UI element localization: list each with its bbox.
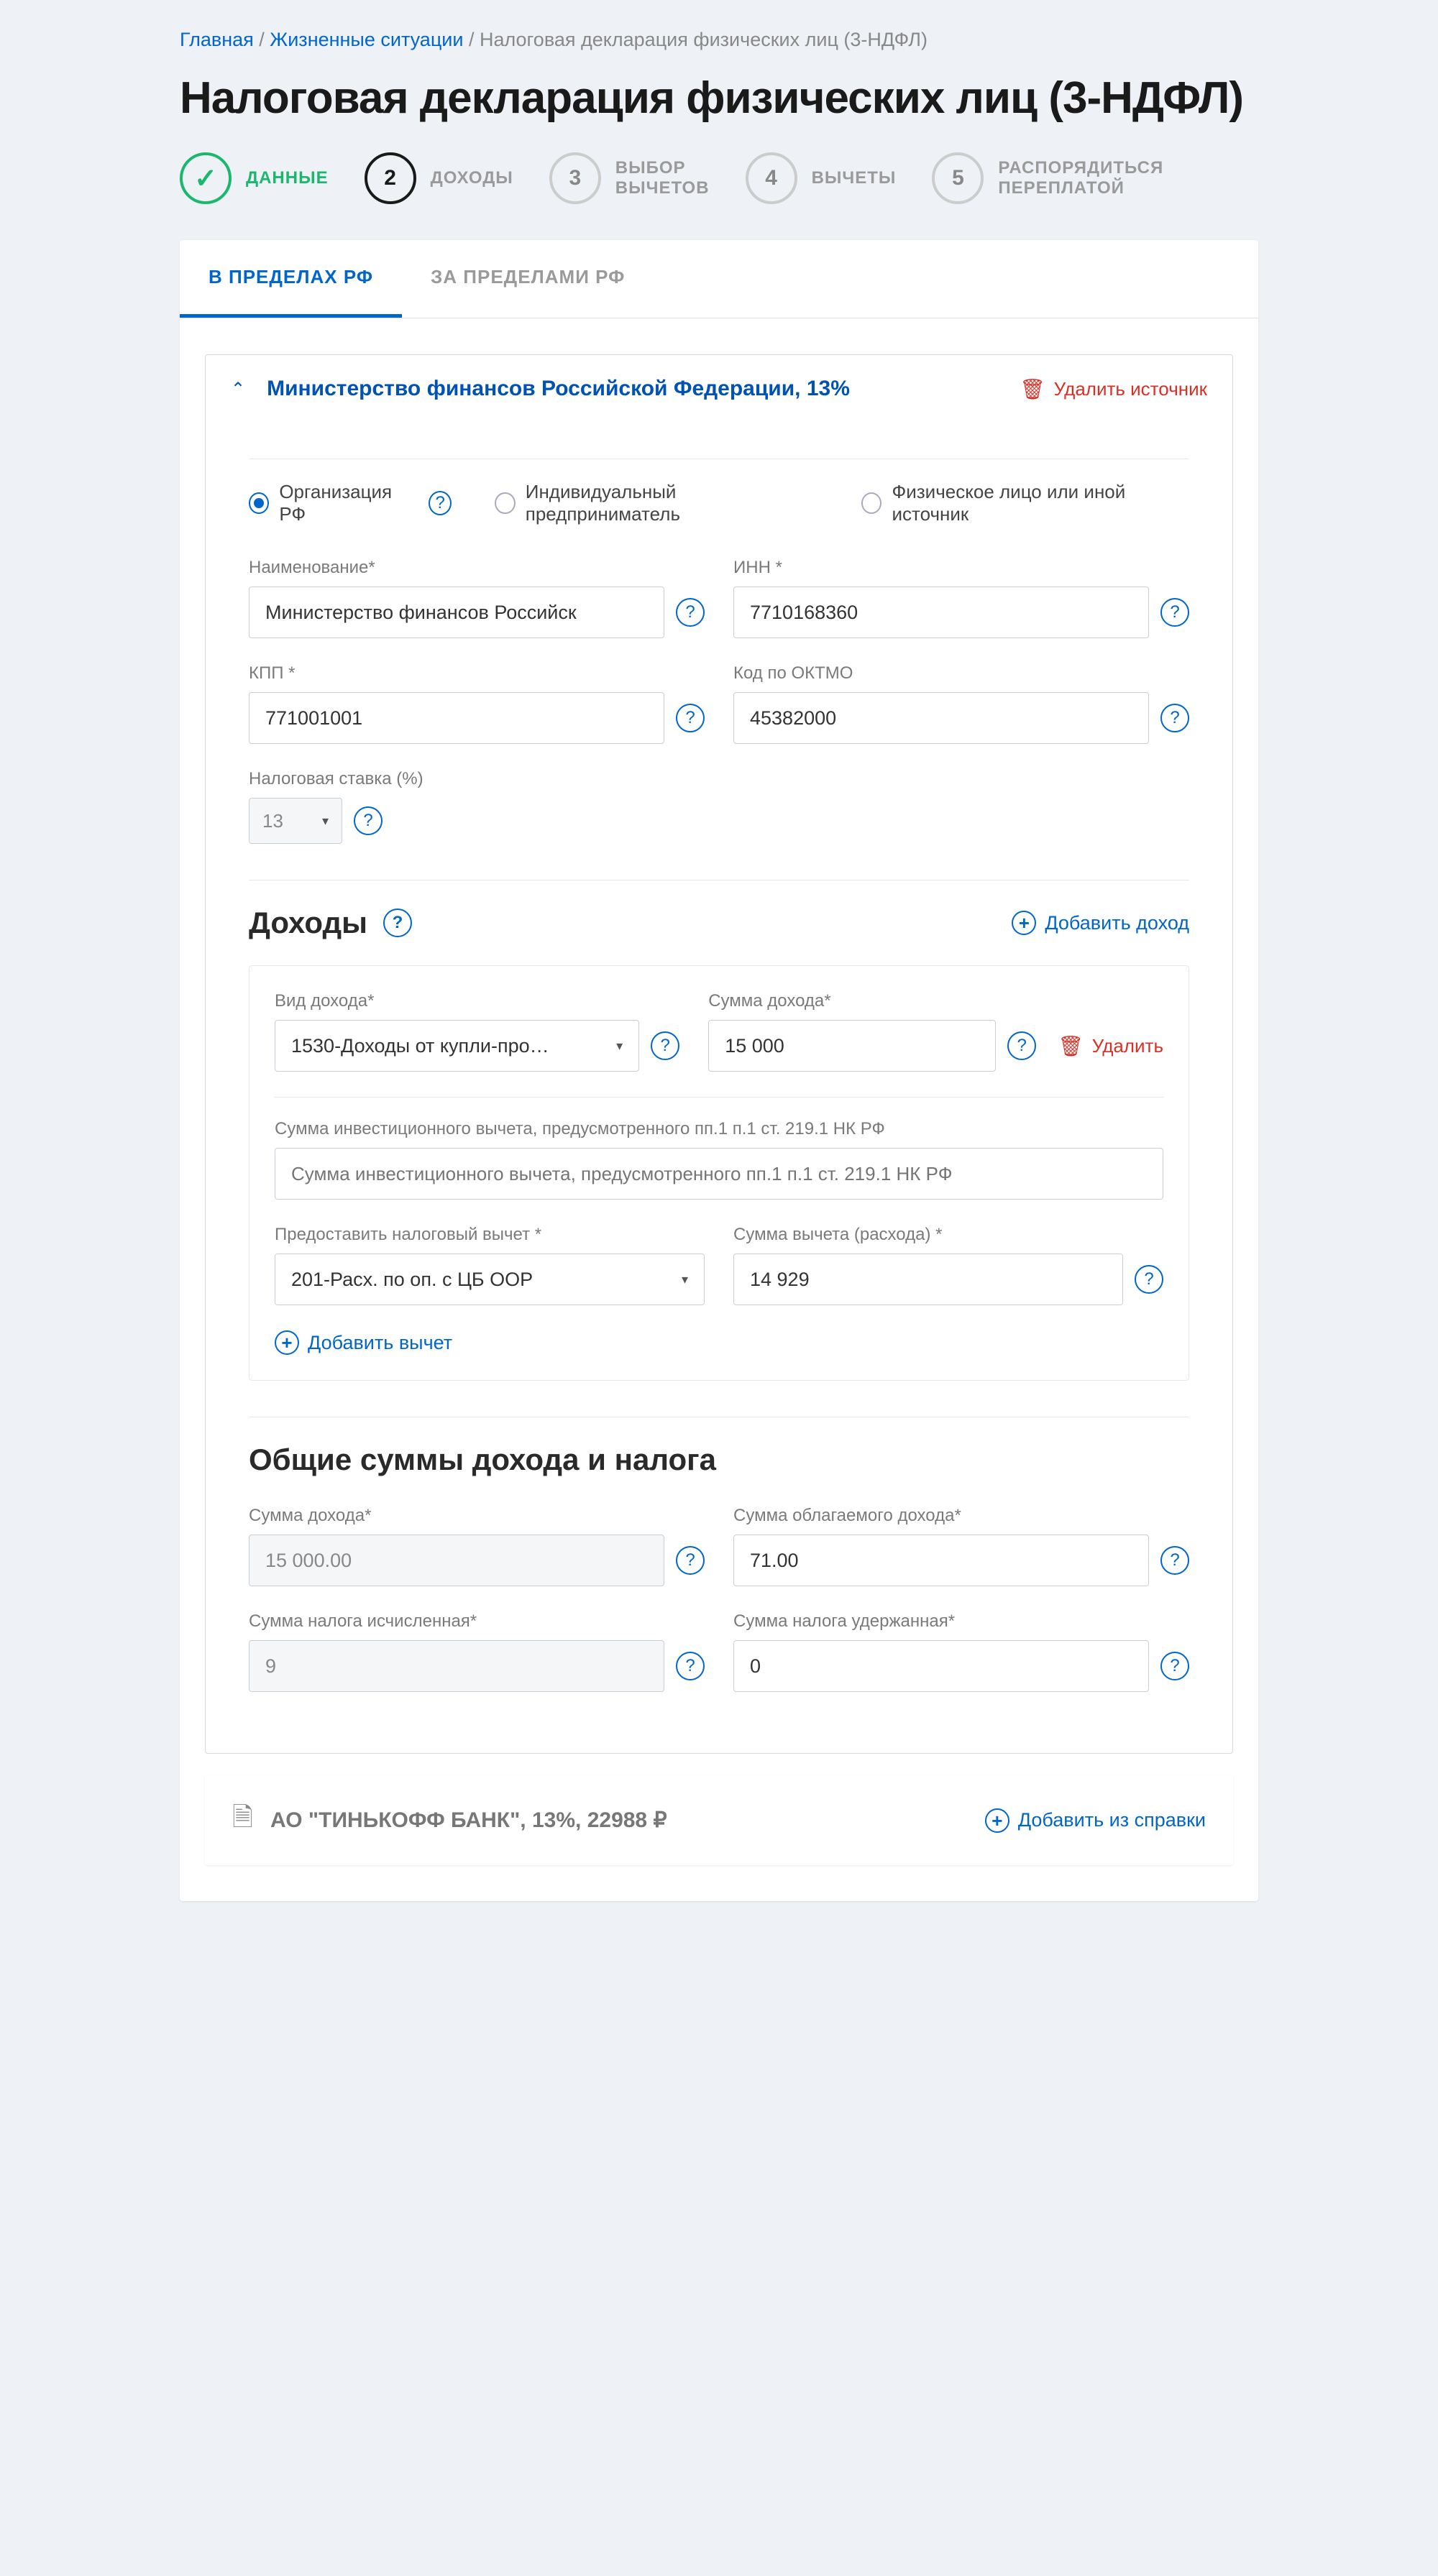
add-from-reference-button[interactable]: + Добавить из справки [985,1808,1206,1833]
deduction-sum-input[interactable] [733,1254,1123,1305]
breadcrumb: Главная / Жизненные ситуации / Налоговая… [180,29,1258,51]
collapsed-source-panel[interactable]: 🗎 АО "ТИНЬКОФФ БАНК", 13%, 22988 ₽ + Доб… [205,1775,1233,1865]
step-incomes[interactable]: 2 ДОХОДЫ [365,152,513,204]
delete-source-button[interactable]: 🗑 Удалить источник [1020,377,1207,401]
plus-icon: + [1012,911,1036,935]
delete-income-button[interactable]: 🗑 Удалить [1058,1034,1163,1058]
income-sum-input[interactable] [708,1020,996,1072]
help-icon[interactable]: ? [676,1546,705,1575]
incomes-heading: Доходы ? [249,906,412,940]
tabs: В ПРЕДЕЛАХ РФ ЗА ПРЕДЕЛАМИ РФ [180,240,1258,318]
totals-heading: Общие суммы дохода и налога [249,1443,1189,1477]
add-income-button[interactable]: + Добавить доход [1012,911,1189,935]
help-icon[interactable]: ? [676,598,705,627]
taxable-income-input[interactable] [733,1535,1149,1586]
help-icon[interactable]: ? [1160,598,1189,627]
radio-icon [495,492,516,514]
deduction-type-select[interactable]: 201-Расх. по оп. с ЦБ ООР ▾ [275,1254,705,1305]
help-icon[interactable]: ? [1160,1546,1189,1575]
income-type-label: Вид дохода* [275,991,679,1011]
radio-fl[interactable]: Физическое лицо или иной источник [861,481,1189,525]
name-input[interactable] [249,586,664,638]
step-deduction-choice[interactable]: 3 ВЫБОР ВЫЧЕТОВ [549,152,710,204]
inn-input[interactable] [733,586,1149,638]
income-type-select[interactable]: 1530-Доходы от купли-про… ▾ [275,1020,639,1072]
income-sum-label: Сумма дохода* [708,991,1163,1011]
name-label: Наименование* [249,558,705,578]
taxable-income-label: Сумма облагаемого дохода* [733,1506,1189,1526]
help-icon[interactable]: ? [1160,1652,1189,1680]
tax-calc-input [249,1640,664,1692]
help-icon[interactable]: ? [1007,1031,1036,1060]
caret-down-icon: ▾ [616,1039,623,1054]
plus-icon: + [985,1808,1009,1833]
help-icon[interactable]: ? [1135,1265,1163,1294]
rate-select[interactable]: 13 ▾ [249,798,342,844]
trash-icon: 🗑 [1058,1034,1084,1058]
check-icon: ✓ [194,162,217,195]
page-title: Налоговая декларация физических лиц (3-Н… [180,73,1258,124]
chevron-up-icon: ⌃ [231,379,245,400]
radio-org[interactable]: Организация РФ ? [249,481,452,525]
deduction-type-label: Предоставить налоговый вычет * [275,1225,705,1245]
caret-down-icon: ▾ [322,814,329,829]
caret-down-icon: ▾ [682,1272,688,1287]
stepper: ✓ ДАННЫЕ 2 ДОХОДЫ 3 ВЫБОР ВЫЧЕТОВ 4 ВЫЧЕ… [180,152,1258,204]
help-icon[interactable]: ? [354,806,383,835]
plus-icon: + [275,1330,299,1355]
trash-icon: 🗑 [1020,377,1045,401]
income-source-panel: ⌃ Министерство финансов Российской Федер… [205,354,1233,1754]
source-toggle[interactable]: ⌃ Министерство финансов Российской Федер… [231,377,850,401]
rate-label: Налоговая ставка (%) [249,769,423,789]
oktmo-input[interactable] [733,692,1149,744]
help-icon[interactable]: ? [429,491,452,515]
tax-held-input[interactable] [733,1640,1149,1692]
kpp-input[interactable] [249,692,664,744]
help-icon[interactable]: ? [676,1652,705,1680]
inv-deduction-label: Сумма инвестиционного вычета, предусмотр… [275,1119,1163,1139]
help-icon[interactable]: ? [383,908,412,937]
inv-deduction-input[interactable] [275,1148,1163,1200]
total-income-label: Сумма дохода* [249,1506,705,1526]
step-deductions[interactable]: 4 ВЫЧЕТЫ [746,152,897,204]
step-overpayment[interactable]: 5 РАСПОРЯДИТЬСЯ ПЕРЕПЛАТОЙ [932,152,1163,204]
breadcrumb-home[interactable]: Главная [180,29,254,50]
kpp-label: КПП * [249,663,705,684]
breadcrumb-current: Налоговая декларация физических лиц (3-Н… [480,29,928,50]
main-card: В ПРЕДЕЛАХ РФ ЗА ПРЕДЕЛАМИ РФ ⌃ Министер… [180,240,1258,1901]
help-icon[interactable]: ? [1160,704,1189,732]
total-income-input [249,1535,664,1586]
radio-icon [249,492,269,514]
deduction-sum-label: Сумма вычета (расхода) * [733,1225,1163,1245]
collapsed-source-title: АО "ТИНЬКОФФ БАНК", 13%, 22988 ₽ [270,1808,667,1833]
tab-inside-rf[interactable]: В ПРЕДЕЛАХ РФ [180,240,402,318]
help-icon[interactable]: ? [651,1031,679,1060]
document-icon: 🗎 [232,1798,253,1842]
source-type-radios: Организация РФ ? Индивидуальный предприн… [249,481,1189,525]
step-data[interactable]: ✓ ДАННЫЕ [180,152,329,204]
radio-icon [861,492,882,514]
add-deduction-button[interactable]: + Добавить вычет [275,1330,1163,1355]
oktmo-label: Код по ОКТМО [733,663,1189,684]
tax-calc-label: Сумма налога исчисленная* [249,1611,705,1632]
tax-held-label: Сумма налога удержанная* [733,1611,1189,1632]
breadcrumb-situations[interactable]: Жизненные ситуации [270,29,463,50]
help-icon[interactable]: ? [676,704,705,732]
tab-outside-rf[interactable]: ЗА ПРЕДЕЛАМИ РФ [402,240,654,318]
inn-label: ИНН * [733,558,1189,578]
radio-ip[interactable]: Индивидуальный предприниматель [495,481,818,525]
income-item: Вид дохода* 1530-Доходы от купли-про… ▾ … [249,965,1189,1381]
